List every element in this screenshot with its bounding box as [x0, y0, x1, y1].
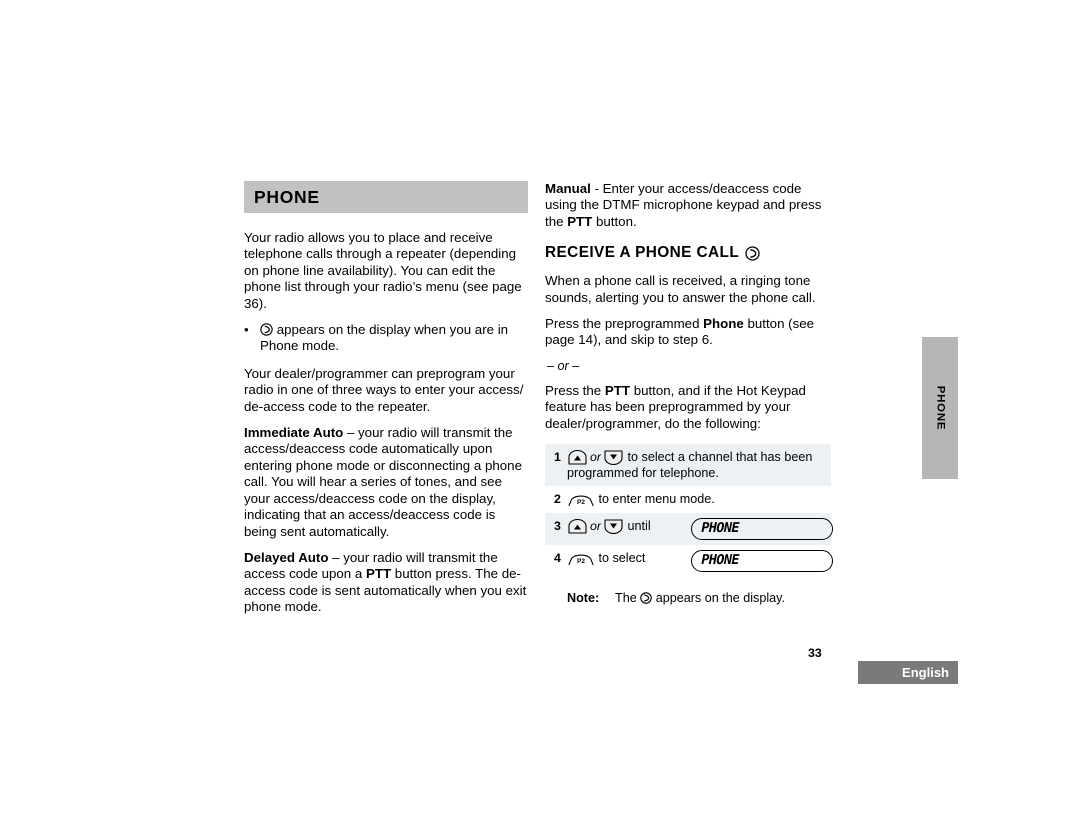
- step-row: 3 or until PHONE: [545, 513, 833, 546]
- manual-body-2: button.: [592, 213, 637, 229]
- press-ptt-bold: PTT: [604, 382, 630, 398]
- or-label: or: [590, 519, 602, 534]
- lcd-display-wrapper: PHONE: [691, 518, 837, 541]
- step-body: or until: [567, 518, 691, 535]
- note-text-before: The: [615, 591, 641, 606]
- immediate-auto-paragraph: Immediate Auto – your radio will transmi…: [244, 425, 528, 540]
- receive-phone-call-heading: RECEIVE A PHONE CALL: [545, 244, 831, 262]
- down-arrow-key-icon[interactable]: [604, 450, 623, 466]
- step-text: to enter menu mode.: [595, 492, 715, 507]
- lcd-display: PHONE: [691, 518, 833, 541]
- side-thumb-tab: PHONE: [922, 337, 958, 479]
- step-row: 4 P2 to select PHONE: [545, 545, 833, 577]
- p2-button-icon[interactable]: P2: [568, 552, 594, 566]
- step-text: to select: [595, 551, 646, 566]
- side-thumb-tab-label: PHONE: [934, 385, 947, 431]
- step-body: or to select a channel that has been pro…: [567, 449, 831, 481]
- intro-paragraph: Your radio allows you to place and recei…: [244, 230, 522, 311]
- step-number: 3: [554, 519, 561, 534]
- language-label: English: [902, 665, 949, 680]
- lcd-text: PHONE: [699, 520, 741, 537]
- step-number: 2: [554, 492, 561, 507]
- manual-paragraph: Manual - Enter your access/deaccess code…: [545, 181, 831, 230]
- step-number: 4: [554, 551, 561, 566]
- phone-circle-icon: [260, 323, 273, 336]
- up-arrow-key-icon[interactable]: [568, 450, 587, 465]
- note-row: Note: The appears on the display.: [545, 590, 831, 606]
- delayed-auto-term: Delayed Auto: [244, 549, 329, 565]
- left-column: PHONE Your radio allows you to place and…: [244, 181, 528, 626]
- press-phone-button-paragraph: Press the preprogrammed Phone button (se…: [545, 316, 831, 349]
- up-arrow-key-icon[interactable]: [568, 519, 587, 534]
- phone-mode-bullet: • appears on the display when you are in…: [244, 322, 528, 355]
- lcd-display: PHONE: [691, 550, 833, 573]
- bullet-marker: •: [244, 322, 249, 338]
- manual-term: Manual: [545, 181, 591, 196]
- svg-text:P2: P2: [577, 558, 585, 565]
- press-ptt-part1: Press the: [545, 382, 605, 398]
- heading-label: RECEIVE A PHONE CALL: [545, 244, 740, 262]
- step-row: 2 P2 to enter menu mode.: [545, 486, 831, 513]
- step-body: P2 to select: [567, 550, 691, 566]
- press-phone-part1: Press the preprogrammed: [545, 316, 704, 332]
- delayed-auto-ptt: PTT: [365, 566, 392, 582]
- press-phone-bold: Phone: [703, 316, 744, 332]
- step-body: P2 to enter menu mode.: [567, 491, 831, 507]
- note-text: The appears on the display.: [615, 590, 831, 606]
- immediate-auto-term: Immediate Auto: [244, 425, 344, 441]
- language-box: English: [858, 661, 958, 684]
- bullet-text: appears on the display when you are in P…: [260, 322, 528, 355]
- delayed-auto-paragraph: Delayed Auto – your radio will transmit …: [244, 550, 528, 616]
- step-row: 1 or to select a channel that has been p…: [545, 444, 831, 487]
- down-arrow-key-icon[interactable]: [604, 519, 623, 535]
- phone-circle-icon: [640, 592, 652, 604]
- step-number: 1: [554, 450, 561, 465]
- section-header-bar: PHONE: [244, 181, 528, 213]
- p2-button-icon[interactable]: P2: [568, 493, 594, 507]
- page-title: PHONE: [254, 186, 320, 207]
- preprogram-paragraph: Your dealer/programmer can preprogram yo…: [244, 365, 524, 414]
- or-separator: – or –: [547, 358, 580, 373]
- immediate-auto-body: – your radio will transmit the access/de…: [244, 425, 522, 539]
- note-text-after: appears on the display.: [652, 591, 785, 606]
- or-label: or: [590, 450, 602, 465]
- steps-list: 1 or to select a channel that has been p…: [545, 444, 833, 577]
- step-text: until: [624, 519, 651, 534]
- manual-ptt: PTT: [567, 213, 593, 229]
- right-column: Manual - Enter your access/deaccess code…: [545, 181, 833, 606]
- ringing-tone-paragraph: When a phone call is received, a ringing…: [545, 273, 816, 305]
- phone-circle-icon: [745, 246, 760, 261]
- page-number: 33: [808, 646, 822, 660]
- lcd-display-wrapper: PHONE: [691, 550, 837, 573]
- manual-page: PHONE Your radio allows you to place and…: [0, 0, 1080, 834]
- svg-text:P2: P2: [577, 499, 585, 506]
- press-ptt-paragraph: Press the PTT button, and if the Hot Key…: [545, 383, 831, 432]
- note-label: Note:: [567, 591, 600, 606]
- bullet-label: appears on the display when you are in P…: [260, 322, 509, 354]
- lcd-text: PHONE: [699, 552, 741, 569]
